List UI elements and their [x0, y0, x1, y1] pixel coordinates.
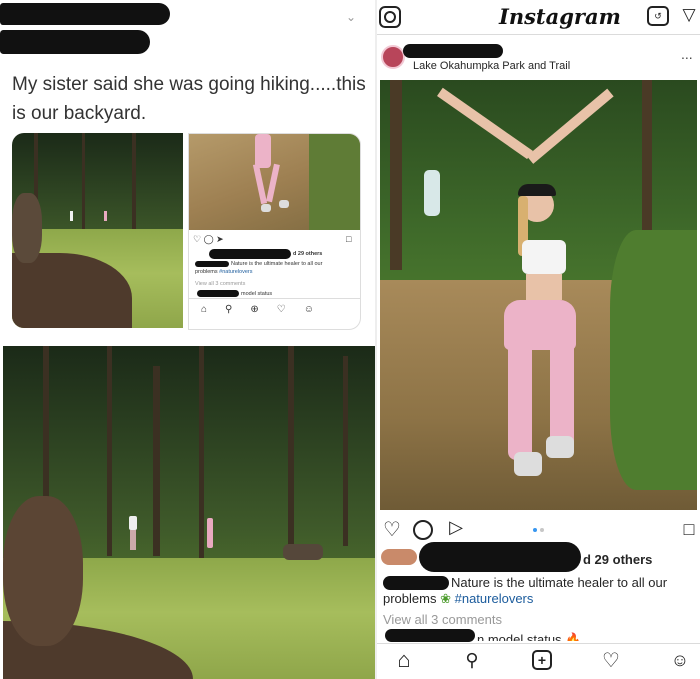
post-caption-line1: Nature is the ultimate healer to all our — [451, 575, 668, 590]
send-icon[interactable]: ▽ — [679, 4, 699, 26]
post-photo[interactable] — [380, 80, 697, 510]
last-comment: n model status 🔥 — [477, 632, 582, 641]
panel-divider — [375, 0, 377, 679]
share-icon[interactable]: ▷ — [445, 516, 467, 538]
bookmark-icon[interactable]: □ — [681, 518, 697, 540]
mini-caption: Nature is the ultimate healer to all our — [231, 261, 323, 267]
likes-count[interactable]: d 29 others — [583, 551, 652, 568]
comment-icon[interactable] — [413, 520, 433, 540]
mini-nav-icons: ⌂⚲⊕♡☺ — [201, 304, 332, 315]
redacted-caption-user — [383, 576, 449, 590]
mini-likes: d 29 others — [293, 251, 323, 257]
redacted-likers — [419, 542, 581, 572]
add-icon[interactable]: + — [532, 650, 552, 670]
home-icon[interactable]: ⌂ — [393, 647, 415, 672]
avatar[interactable] — [381, 45, 405, 69]
mini-bookmark-icon: □ — [346, 234, 352, 244]
liker-avatars — [381, 549, 417, 565]
hashtag-link[interactable]: #naturelovers — [455, 591, 534, 606]
tweet-card: ⌄ My sister said she was going hiking...… — [0, 0, 375, 343]
mini-last-comment: model status — [241, 291, 273, 297]
redacted-username — [403, 44, 503, 58]
profile-icon[interactable]: ☺ — [669, 648, 691, 672]
tweet-text: My sister said she was going hiking.....… — [12, 74, 366, 124]
activity-icon[interactable]: ♡ — [600, 649, 622, 672]
heart-icon[interactable]: ♡ — [381, 518, 403, 541]
view-comments-link[interactable]: View all 3 comments — [383, 611, 502, 628]
tweet-photo-backyard[interactable] — [12, 133, 183, 328]
redacted-handle — [0, 30, 150, 54]
water-bottle — [424, 170, 440, 216]
redacted-name — [0, 3, 170, 25]
carousel-dot-active — [533, 528, 537, 532]
chevron-down-icon[interactable]: ⌄ — [346, 10, 356, 24]
instagram-logo: Instagram — [499, 4, 621, 29]
mini-caption-cont: problems #naturelovers — [195, 269, 253, 275]
instagram-post: Instagram ↺ ▽ Lake Okahumpka Park and Tr… — [377, 0, 700, 679]
carousel-dot — [540, 528, 544, 532]
camera-icon[interactable] — [379, 6, 401, 28]
mini-comments: View all 3 comments — [195, 281, 246, 287]
search-icon[interactable]: ⚲ — [461, 649, 483, 671]
mini-action-icons: ♡ ◯ ➤ — [193, 234, 224, 244]
backyard-photo — [3, 346, 376, 679]
tv-icon[interactable]: ↺ — [647, 6, 669, 26]
redacted-commenter — [385, 629, 475, 642]
post-caption-line2: problems ❀ #naturelovers — [383, 591, 534, 606]
post-location[interactable]: Lake Okahumpka Park and Trail — [413, 60, 570, 72]
more-options-icon[interactable]: ... — [681, 46, 693, 62]
tweet-photo-instagram-screenshot[interactable]: ♡ ◯ ➤ □ d 29 others Nature is the ultima… — [188, 133, 361, 330]
